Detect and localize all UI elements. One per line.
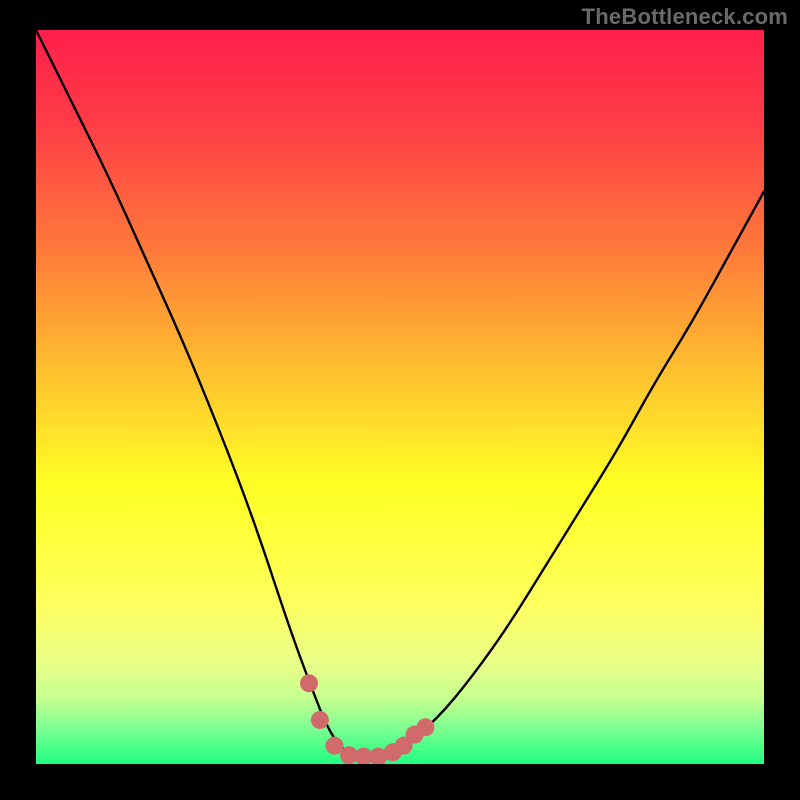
- highlight-dot: [416, 718, 434, 736]
- gradient-background: [36, 30, 764, 764]
- highlight-dot: [300, 674, 318, 692]
- plot-svg: [36, 30, 764, 764]
- chart-container: TheBottleneck.com: [0, 0, 800, 800]
- highlight-dot: [311, 711, 329, 729]
- plot-area: [36, 30, 764, 764]
- attribution-text: TheBottleneck.com: [582, 4, 788, 30]
